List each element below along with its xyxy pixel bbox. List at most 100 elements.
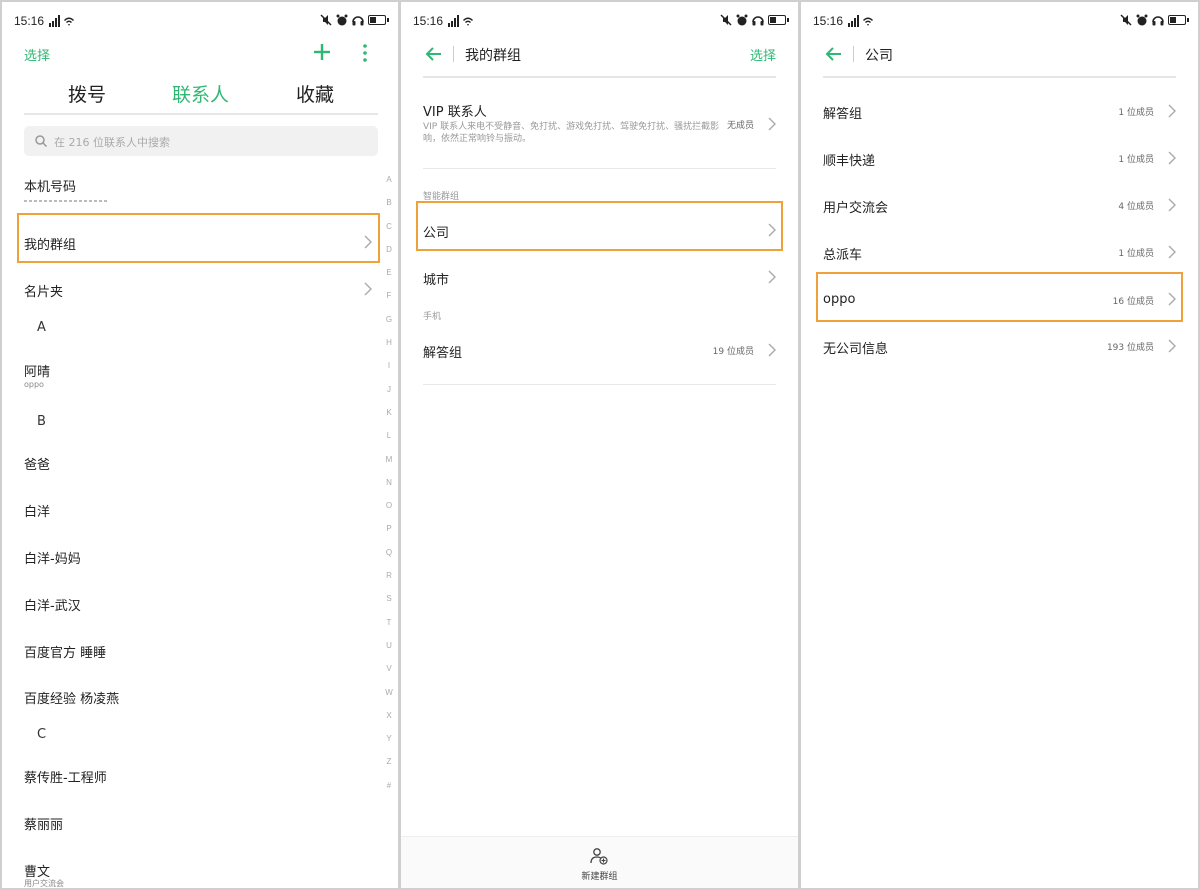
alphabet-letter[interactable]: V — [382, 657, 396, 680]
select-button[interactable]: 选择 — [24, 45, 50, 64]
add-group-icon — [590, 848, 608, 865]
contact-row[interactable]: 蔡传胜-工程师 — [24, 767, 107, 786]
contact-row[interactable]: 阿晴 — [24, 361, 50, 380]
alphabet-letter[interactable]: A — [382, 168, 396, 191]
battery-icon — [368, 15, 389, 25]
member-count: 1 位成员 — [1118, 249, 1154, 259]
new-group-label: 新建群组 — [581, 872, 618, 882]
member-count: 1 位成员 — [1118, 155, 1154, 165]
alphabet-letter[interactable]: Z — [382, 750, 396, 773]
group-answer[interactable]: 解答组 — [423, 342, 462, 361]
contact-row[interactable]: 白洋-妈妈 — [24, 548, 81, 567]
alphabet-letter[interactable]: S — [382, 587, 396, 610]
contact-row[interactable]: 爸爸 — [24, 454, 50, 473]
alphabet-letter[interactable]: O — [382, 494, 396, 517]
tab-favorites[interactable]: 收藏 — [296, 80, 334, 107]
company-item[interactable]: 解答组 — [823, 103, 862, 122]
vip-member-count: 无成员 — [726, 121, 754, 131]
alarm-icon — [1136, 14, 1148, 26]
alphabet-letter[interactable]: H — [382, 331, 396, 354]
back-arrow-icon[interactable] — [425, 46, 443, 62]
alphabet-letter[interactable]: B — [382, 191, 396, 214]
alphabet-letter[interactable]: R — [382, 564, 396, 587]
select-button[interactable]: 选择 — [750, 45, 776, 64]
contact-row[interactable]: 白洋 — [24, 501, 50, 520]
company-item[interactable]: 总派车 — [823, 244, 862, 263]
member-count: 1 位成员 — [1118, 108, 1154, 118]
contact-sub: 用户交流会 — [24, 879, 64, 888]
member-count: 193 位成员 — [1106, 343, 1154, 353]
alphabet-letter[interactable]: Q — [382, 541, 396, 564]
alphabet-letter[interactable]: L — [382, 424, 396, 447]
status-time: 15:16 — [413, 14, 444, 28]
tab-dial[interactable]: 拨号 — [68, 80, 106, 107]
chevron-right-icon — [1168, 339, 1176, 353]
vip-group-title[interactable]: VIP 联系人 — [423, 101, 487, 120]
section-letter-a: A — [37, 320, 46, 335]
signal-icon — [49, 13, 77, 27]
contacts-screen: 15:16 选择 拨号 联系人 收藏 在 216 位联系人中搜索 本机号码 我的… — [2, 2, 398, 888]
alphabet-letter[interactable]: # — [382, 774, 396, 797]
section-letter-b: B — [37, 414, 46, 429]
group-company[interactable]: 公司 — [423, 222, 449, 241]
chevron-right-icon — [768, 343, 776, 357]
headphone-icon — [352, 16, 364, 26]
page-title: 我的群组 — [465, 48, 521, 64]
alphabet-letter[interactable]: P — [382, 517, 396, 540]
search-input[interactable]: 在 216 位联系人中搜索 — [24, 126, 378, 156]
mute-icon — [720, 14, 732, 26]
alarm-icon — [336, 14, 348, 26]
alphabet-letter[interactable]: C — [382, 215, 396, 238]
alphabet-letter[interactable]: Y — [382, 727, 396, 750]
my-number-row[interactable]: 本机号码 — [24, 176, 76, 195]
member-count: 4 位成员 — [1118, 202, 1154, 212]
highlight-company — [416, 201, 783, 251]
add-contact-icon[interactable] — [310, 40, 334, 64]
alphabet-letter[interactable]: M — [382, 448, 396, 471]
alphabet-letter[interactable]: U — [382, 634, 396, 657]
my-groups-row[interactable]: 我的群组 — [24, 234, 76, 253]
tab-contacts[interactable]: 联系人 — [172, 80, 229, 107]
contact-row[interactable]: 百度官方 睡睡 — [24, 642, 106, 661]
contact-row[interactable]: 百度经验 杨凌燕 — [24, 688, 119, 707]
alphabet-index[interactable]: A B C D E F G H I J K L M N O P Q R S T U V W X Y Z # — [382, 168, 396, 797]
battery-icon — [768, 15, 789, 25]
more-options-icon[interactable] — [359, 42, 371, 64]
vip-group-description: VIP 联系人来电不受静音、免打扰、游戏免打扰、驾驶免打扰、骚扰拦截影响，依然正… — [423, 122, 720, 144]
mute-icon — [320, 14, 332, 26]
company-item[interactable]: 无公司信息 — [823, 338, 888, 357]
contact-row[interactable]: 白洋-武汉 — [24, 595, 81, 614]
header-divider — [823, 76, 1176, 78]
alphabet-letter[interactable]: J — [382, 378, 396, 401]
divider — [423, 168, 776, 169]
alphabet-letter[interactable]: X — [382, 704, 396, 727]
chevron-right-icon — [1168, 104, 1176, 118]
status-time: 15:16 — [14, 14, 45, 28]
chevron-right-icon — [364, 282, 372, 296]
alphabet-letter[interactable]: E — [382, 261, 396, 284]
my-number-masked — [24, 200, 108, 202]
company-item[interactable]: 用户交流会 — [823, 197, 888, 216]
alphabet-letter[interactable]: F — [382, 284, 396, 307]
group-city[interactable]: 城市 — [423, 269, 449, 288]
alphabet-letter[interactable]: D — [382, 238, 396, 261]
alphabet-letter[interactable]: K — [382, 401, 396, 424]
status-time: 15:16 — [813, 14, 844, 28]
company-item[interactable]: oppo — [823, 292, 855, 307]
company-item[interactable]: 顺丰快递 — [823, 150, 875, 169]
alphabet-letter[interactable]: I — [382, 354, 396, 377]
chevron-right-icon — [768, 270, 776, 284]
alphabet-letter[interactable]: N — [382, 471, 396, 494]
back-arrow-icon[interactable] — [825, 46, 843, 62]
new-group-button[interactable]: 新建群组 — [401, 836, 798, 888]
alphabet-letter[interactable]: T — [382, 611, 396, 634]
member-count: 16 位成员 — [1112, 297, 1154, 307]
contact-sub: oppo — [24, 380, 44, 389]
chevron-right-icon — [1168, 151, 1176, 165]
cards-row[interactable]: 名片夹 — [24, 281, 63, 300]
section-letter-c: C — [37, 727, 47, 742]
contact-row[interactable]: 蔡丽丽 — [24, 814, 63, 833]
status-bar: 15:16 — [14, 12, 389, 32]
alphabet-letter[interactable]: G — [382, 308, 396, 331]
alphabet-letter[interactable]: W — [382, 681, 396, 704]
